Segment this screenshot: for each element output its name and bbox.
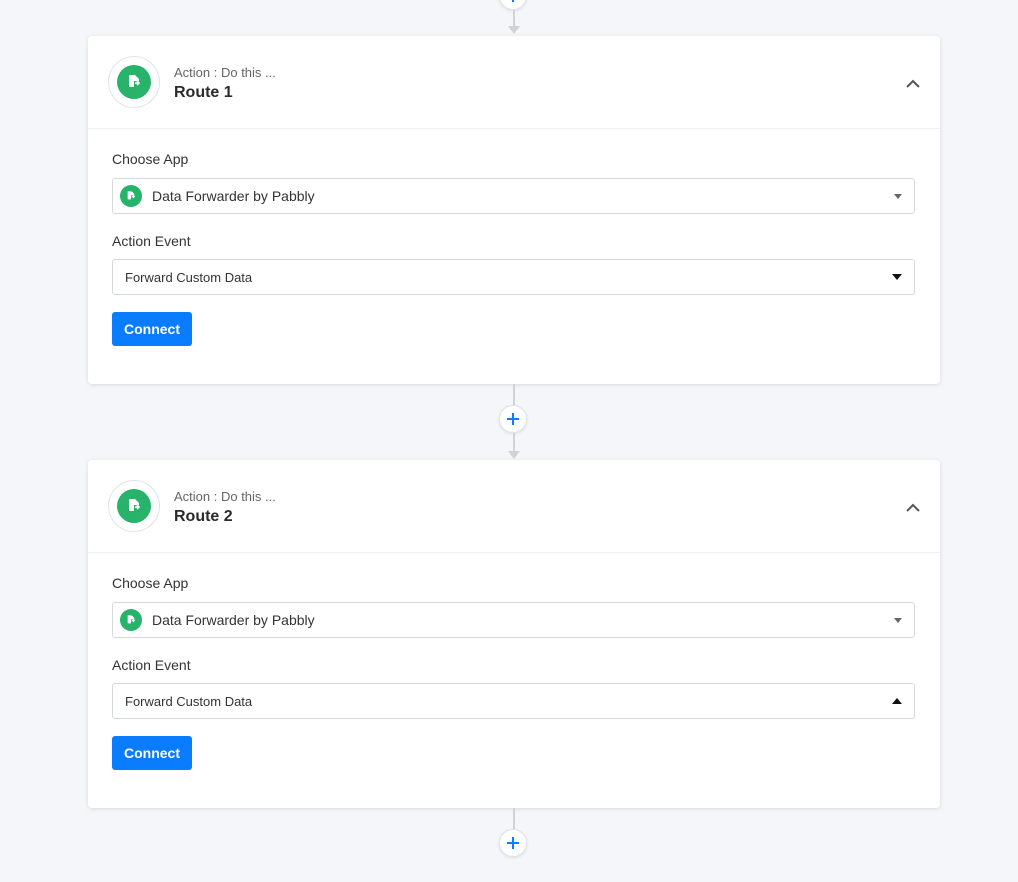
step-title: Route 1 <box>174 84 233 101</box>
action-event-label: Action Event <box>112 657 191 673</box>
connector-line <box>513 808 515 830</box>
route-card-2: Action : Do this ... Route 2 Choose App … <box>88 460 940 808</box>
caret-down-icon <box>894 194 902 199</box>
caret-down-icon <box>894 618 902 623</box>
app-logo <box>108 480 160 532</box>
plus-icon <box>507 837 519 849</box>
add-step-button-top[interactable] <box>499 0 527 10</box>
plus-icon <box>507 413 519 425</box>
data-forwarder-icon <box>129 499 141 511</box>
connector-line <box>513 433 515 451</box>
app-select-logo <box>120 185 142 207</box>
collapse-button[interactable] <box>904 74 922 92</box>
connect-button[interactable]: Connect <box>112 736 192 770</box>
step-title: Route 2 <box>174 508 233 525</box>
data-forwarder-icon <box>129 75 141 87</box>
connector-arrow <box>508 26 520 34</box>
action-event-select[interactable]: Forward Custom Data <box>112 259 915 295</box>
app-select-value: Data Forwarder by Pabbly <box>152 612 315 628</box>
chevron-up-icon <box>906 79 920 88</box>
app-select-value: Data Forwarder by Pabbly <box>152 188 315 204</box>
caret-up-icon <box>892 698 902 704</box>
step-subtitle: Action : Do this ... <box>174 489 276 504</box>
data-forwarder-icon <box>127 191 136 200</box>
event-select-value: Forward Custom Data <box>125 693 253 709</box>
choose-app-label: Choose App <box>112 575 189 591</box>
action-event-label: Action Event <box>112 233 191 249</box>
choose-app-label: Choose App <box>112 151 189 167</box>
add-step-button[interactable] <box>499 405 527 433</box>
chevron-up-icon <box>906 503 920 512</box>
card-header[interactable]: Action : Do this ... Route 1 <box>88 36 940 129</box>
plus-icon <box>512 0 514 2</box>
data-forwarder-icon <box>127 615 136 624</box>
app-logo <box>108 56 160 108</box>
step-subtitle: Action : Do this ... <box>174 65 276 80</box>
add-step-button-bottom[interactable] <box>499 829 527 857</box>
event-select-value: Forward Custom Data <box>125 269 253 285</box>
connect-button[interactable]: Connect <box>112 312 192 346</box>
connector-line <box>513 10 515 26</box>
action-event-select[interactable]: Forward Custom Data <box>112 683 915 719</box>
card-header[interactable]: Action : Do this ... Route 2 <box>88 460 940 553</box>
caret-down-icon <box>892 274 902 280</box>
choose-app-select[interactable]: Data Forwarder by Pabbly <box>112 602 915 638</box>
connector-arrow <box>508 451 520 459</box>
connector-line <box>513 384 515 406</box>
route-card-1: Action : Do this ... Route 1 Choose App … <box>88 36 940 384</box>
collapse-button[interactable] <box>904 498 922 516</box>
app-select-logo <box>120 609 142 631</box>
choose-app-select[interactable]: Data Forwarder by Pabbly <box>112 178 915 214</box>
